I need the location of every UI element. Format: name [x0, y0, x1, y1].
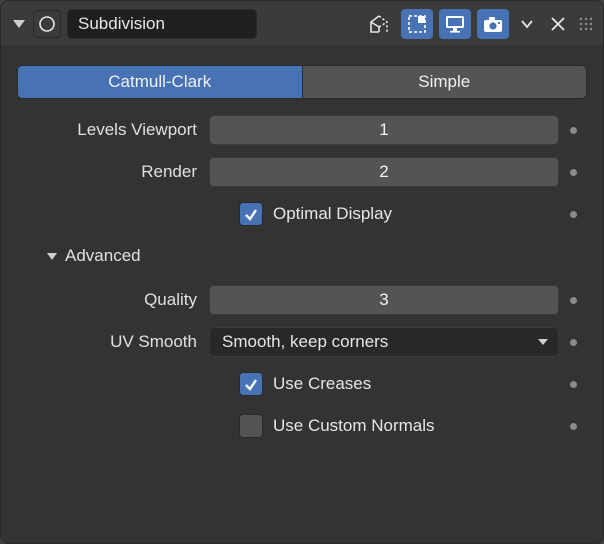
show-in-editmode-button[interactable] [363, 9, 395, 39]
show-viewport-button[interactable] [439, 9, 471, 39]
input-levels-viewport[interactable]: 1 [209, 115, 559, 145]
row-levels-viewport: Levels Viewport 1 [17, 113, 587, 147]
tab-label: Catmull-Clark [108, 72, 211, 92]
input-render[interactable]: 2 [209, 157, 559, 187]
check-icon [243, 206, 259, 222]
animate-dot[interactable] [559, 381, 587, 388]
tab-simple[interactable]: Simple [303, 65, 588, 99]
modifier-name-text: Subdivision [78, 14, 165, 34]
checkbox-use-creases[interactable] [239, 372, 263, 396]
label-optimal-display: Optimal Display [273, 204, 559, 224]
animate-dot[interactable] [559, 423, 587, 430]
show-render-button[interactable] [477, 9, 509, 39]
value-uv-smooth: Smooth, keep corners [222, 332, 388, 352]
value-quality: 3 [379, 290, 388, 310]
label-levels-viewport: Levels Viewport [17, 120, 209, 140]
monitor-icon [444, 13, 466, 35]
drag-handle[interactable] [577, 17, 595, 31]
animate-dot[interactable] [559, 169, 587, 176]
modifier-type-icon[interactable] [33, 10, 61, 38]
modifier-body: Catmull-Clark Simple Levels Viewport 1 R… [1, 47, 603, 543]
input-quality[interactable]: 3 [209, 285, 559, 315]
grip-icon [579, 17, 593, 31]
edit-cage-icon [368, 13, 390, 35]
value-render: 2 [379, 162, 388, 182]
collapse-toggle[interactable] [13, 20, 25, 28]
camera-icon [482, 13, 504, 35]
tab-label: Simple [418, 72, 470, 92]
label-use-creases: Use Creases [273, 374, 559, 394]
animate-dot[interactable] [559, 339, 587, 346]
close-icon [550, 16, 566, 32]
check-icon [243, 376, 259, 392]
dropdown-uv-smooth[interactable]: Smooth, keep corners [209, 327, 559, 357]
row-use-custom-normals: Use Custom Normals [17, 409, 587, 443]
delete-modifier-button[interactable] [545, 16, 571, 32]
show-on-cage-button[interactable] [401, 9, 433, 39]
advanced-header[interactable]: Advanced [47, 241, 587, 271]
cage-icon [406, 13, 428, 35]
tab-catmull-clark[interactable]: Catmull-Clark [17, 65, 303, 99]
label-quality: Quality [17, 290, 209, 310]
checkbox-optimal-display[interactable] [239, 202, 263, 226]
animate-dot[interactable] [559, 127, 587, 134]
checkbox-use-custom-normals[interactable] [239, 414, 263, 438]
row-render: Render 2 [17, 155, 587, 189]
circle-icon [37, 14, 57, 34]
animate-dot[interactable] [559, 211, 587, 218]
row-quality: Quality 3 [17, 283, 587, 317]
label-render: Render [17, 162, 209, 182]
animate-dot[interactable] [559, 297, 587, 304]
modifier-header: Subdivision [1, 1, 603, 47]
subdivision-type-tabs: Catmull-Clark Simple [17, 65, 587, 99]
chevron-down-icon [538, 339, 548, 345]
modifier-menu-button[interactable] [515, 19, 539, 29]
value-levels-viewport: 1 [379, 120, 388, 140]
label-uv-smooth: UV Smooth [17, 332, 209, 352]
row-use-creases: Use Creases [17, 367, 587, 401]
disclosure-icon [47, 253, 57, 260]
row-optimal-display: Optimal Display [17, 197, 587, 231]
chevron-down-icon [520, 19, 534, 29]
label-advanced: Advanced [65, 246, 141, 266]
label-use-custom-normals: Use Custom Normals [273, 416, 559, 436]
modifier-name-input[interactable]: Subdivision [67, 9, 257, 39]
modifier-panel: Subdivision [0, 0, 604, 544]
row-uv-smooth: UV Smooth Smooth, keep corners [17, 325, 587, 359]
